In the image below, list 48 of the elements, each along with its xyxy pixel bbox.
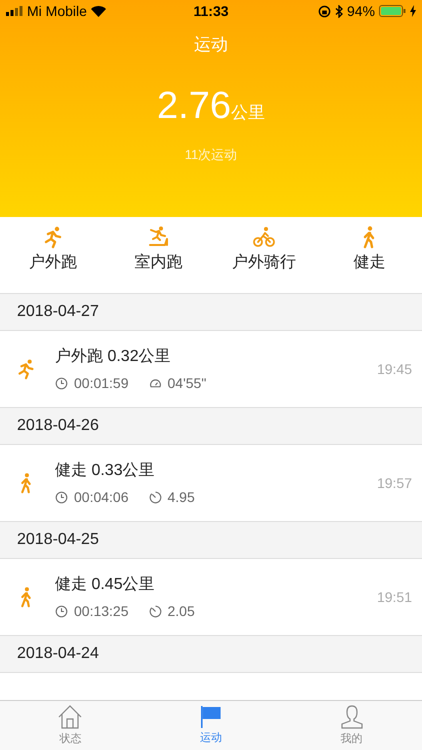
- house-icon: [57, 704, 84, 730]
- workout-title: 户外跑 0.32公里: [55, 346, 172, 366]
- sport-category[interactable]: 户外跑: [0, 217, 106, 293]
- workout-time: 19:57: [376, 474, 412, 492]
- wifi-icon: [90, 6, 106, 16]
- clock-icon: [55, 376, 68, 390]
- sport-category[interactable]: 健走: [316, 217, 422, 293]
- rotation-lock-icon: [318, 4, 331, 18]
- timer-icon: [148, 604, 162, 618]
- workout-stat: 4.95: [168, 488, 195, 506]
- charging-icon: [410, 5, 416, 17]
- clock-icon: [55, 490, 68, 504]
- clock-time: 11:33: [193, 2, 229, 20]
- page-title: 运动: [194, 34, 228, 56]
- workout-time: 19:51: [376, 588, 412, 606]
- battery-icon: [379, 5, 406, 17]
- person-icon: [340, 704, 364, 730]
- workout-time: 19:45: [376, 360, 412, 378]
- date-header: 2018-04-25: [0, 521, 422, 559]
- date-header: 2018-04-26: [0, 407, 422, 445]
- carrier-name: Mi Mobile: [27, 2, 87, 20]
- date-header: 2018-04-27: [0, 293, 422, 331]
- bluetooth-icon: [334, 4, 343, 18]
- signal-icon: [6, 6, 23, 16]
- cyclist-icon: [252, 225, 276, 249]
- sport-category[interactable]: 室内跑: [106, 217, 211, 293]
- battery-percent: 94%: [346, 2, 376, 20]
- workout-row[interactable]: 健走 0.33公里 00:04:06 4.95 19:57: [0, 445, 422, 521]
- workout-stat: 2.05: [168, 602, 195, 620]
- timer-icon: [148, 490, 162, 504]
- flag-icon: [200, 704, 222, 729]
- workout-title: 健走 0.45公里: [55, 574, 156, 594]
- treadmill-icon: [146, 225, 170, 249]
- workout-stat: 04'55": [168, 374, 206, 392]
- clock-icon: [55, 604, 68, 618]
- workout-stat: 00:13:25: [74, 602, 128, 620]
- sport-category[interactable]: 户外骑行: [211, 217, 316, 293]
- workout-stat: 00:04:06: [74, 488, 128, 506]
- total-distance: 2.76: [157, 84, 231, 128]
- workout-row[interactable]: 户外跑 0.32公里 00:01:59 04'55" 19:45: [0, 331, 422, 407]
- workout-count: 11次运动: [184, 146, 238, 164]
- gauge-icon: [148, 376, 162, 390]
- workout-stat: 00:01:59: [74, 374, 128, 392]
- date-header: 2018-04-24: [0, 635, 422, 673]
- tab-bar-item[interactable]: 运动: [140, 701, 282, 750]
- workout-row[interactable]: 健走 0.45公里 00:13:25 2.05 19:51: [0, 559, 422, 635]
- distance-unit: 公里: [230, 102, 265, 124]
- workout-title: 健走 0.33公里: [55, 460, 156, 480]
